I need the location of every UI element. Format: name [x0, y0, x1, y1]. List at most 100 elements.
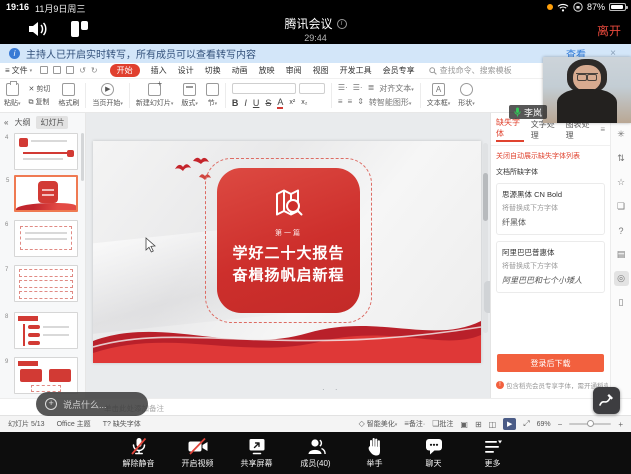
- number-list-icon[interactable]: ☰·: [353, 83, 363, 94]
- close-auto-show-link[interactable]: 关闭自动展示缺失字体列表: [491, 146, 610, 163]
- canvas-scrollbar-thumb[interactable]: [483, 173, 488, 221]
- tab-outline[interactable]: 大纲: [14, 117, 30, 128]
- thumbnail-scrollbar[interactable]: [81, 133, 84, 181]
- docer-templates-icon[interactable]: ✳: [614, 127, 629, 142]
- favorites-icon[interactable]: ☆: [614, 175, 629, 190]
- current-slide[interactable]: 第一篇 学好二十大报告 奋楫扬帆启新程: [93, 141, 481, 363]
- tab-home[interactable]: 开始: [110, 64, 140, 77]
- bold-button[interactable]: B: [232, 98, 239, 108]
- new-slide-button[interactable]: 新建幻灯片▾: [132, 79, 178, 112]
- font-name-select[interactable]: [232, 83, 296, 94]
- align-center-icon[interactable]: ≡: [348, 97, 353, 108]
- prev-next-slide-dots[interactable]: · ·: [322, 385, 342, 394]
- zoom-out-button[interactable]: −: [558, 420, 563, 429]
- indent-icon[interactable]: ≣: [368, 83, 375, 94]
- slide-thumb-6[interactable]: 6: [14, 220, 78, 257]
- help-icon[interactable]: ?: [614, 223, 629, 238]
- tab-transition[interactable]: 切换: [205, 65, 221, 76]
- raise-hand-button[interactable]: 举手: [352, 437, 398, 469]
- slide-thumb-8[interactable]: 8: [14, 312, 78, 349]
- members-button[interactable]: 成员(40): [293, 437, 339, 469]
- tab-missing-fonts[interactable]: 缺失字体: [496, 117, 524, 142]
- paste-button[interactable]: 粘贴▾: [0, 79, 25, 112]
- superscript-button[interactable]: x²: [289, 99, 295, 106]
- slide-thumb-7[interactable]: 7: [14, 265, 78, 302]
- align-left-icon[interactable]: ≡: [338, 97, 343, 108]
- tab-devtools[interactable]: 开发工具: [340, 65, 372, 76]
- save-icon[interactable]: [40, 66, 48, 74]
- file-menu[interactable]: ≡ 文件 ▾: [5, 65, 32, 76]
- slide-thumb-4[interactable]: 4: [14, 133, 78, 170]
- bullet-list-icon[interactable]: ☰·: [338, 83, 348, 94]
- wifi-icon: [557, 3, 569, 12]
- share-screen-button[interactable]: 共享屏幕: [234, 437, 280, 469]
- font-size-select[interactable]: [299, 83, 325, 94]
- font-card[interactable]: 阿里巴巴普惠体 将替换成下方字体 阿里巴巴和七个小矮人: [496, 241, 605, 293]
- underline-button[interactable]: U: [253, 98, 260, 108]
- tab-view[interactable]: 视图: [313, 65, 329, 76]
- tab-design[interactable]: 设计: [178, 65, 194, 76]
- text-box-button[interactable]: A 文本框▾: [423, 79, 455, 112]
- tab-member[interactable]: 会员专享: [383, 65, 415, 76]
- emoji-icon[interactable]: [45, 398, 57, 410]
- collapse-panel-icon[interactable]: «: [4, 118, 8, 127]
- slide-thumb-5-selected[interactable]: 5: [14, 175, 78, 212]
- missing-font-status[interactable]: T? 缺失字体: [103, 419, 141, 429]
- reader-icon[interactable]: ▯: [614, 295, 629, 310]
- unmute-button[interactable]: 解除静音: [116, 437, 162, 469]
- quick-chat-bubble[interactable]: 说点什么...: [36, 392, 148, 416]
- font-color-button[interactable]: A: [277, 97, 283, 109]
- play-from-current-button[interactable]: 当页开始▾: [88, 79, 127, 112]
- smart-beautify-button[interactable]: ◇ 智能美化▾: [359, 419, 398, 429]
- zoom-slider-knob[interactable]: [587, 420, 594, 427]
- chapter-card[interactable]: 第一篇 学好二十大报告 奋楫扬帆启新程: [217, 168, 360, 313]
- tab-review[interactable]: 审阅: [286, 65, 302, 76]
- tab-animation[interactable]: 动画: [232, 65, 248, 76]
- meeting-info-icon[interactable]: i: [337, 19, 347, 29]
- comments-toggle-button[interactable]: ❑批注: [432, 419, 453, 429]
- print-icon[interactable]: [66, 66, 74, 74]
- slide-thumb-9[interactable]: 9: [14, 357, 78, 394]
- font-card[interactable]: 思源黑体 CN Bold 将替换成下方字体 纤黑体: [496, 183, 605, 235]
- slide-canvas[interactable]: 第一篇 学好二十大报告 奋楫扬帆启新程: [86, 113, 490, 398]
- cut-button[interactable]: ✕ 剪切: [29, 84, 51, 94]
- copy-button[interactable]: ⧉ 复制: [29, 97, 51, 107]
- layout-button[interactable]: 版式▾: [177, 79, 202, 112]
- strikethrough-button[interactable]: S: [265, 98, 271, 108]
- start-video-button[interactable]: 开启视频: [175, 437, 221, 469]
- reading-view-icon[interactable]: ◫: [489, 420, 497, 429]
- undo-icon[interactable]: ↺: [79, 66, 86, 75]
- redo-icon[interactable]: ↻: [91, 66, 98, 75]
- notes-toggle-button[interactable]: ≡备注·: [404, 419, 425, 429]
- zoom-in-button[interactable]: +: [618, 420, 623, 429]
- tab-slideshow[interactable]: 放映: [259, 65, 275, 76]
- format-painter-button[interactable]: 格式刷: [54, 79, 83, 112]
- normal-view-icon[interactable]: ▣: [460, 420, 468, 429]
- font-tool-icon[interactable]: ◎: [614, 271, 629, 286]
- more-button[interactable]: 更多: [470, 437, 516, 469]
- command-search[interactable]: 查找命令、搜索模板: [429, 65, 512, 76]
- login-download-button[interactable]: 登录后下载: [497, 354, 604, 372]
- italic-button[interactable]: I: [244, 98, 247, 108]
- image-library-icon[interactable]: ▤: [614, 247, 629, 262]
- output-icon[interactable]: [53, 66, 61, 74]
- participant-video[interactable]: 李岚: [543, 57, 631, 123]
- layers-icon[interactable]: ❏: [614, 199, 629, 214]
- fit-slide-icon[interactable]: ⤢: [523, 419, 529, 429]
- section-button[interactable]: 节▾: [202, 79, 223, 112]
- adjust-settings-icon[interactable]: ⇅: [614, 151, 629, 166]
- leave-meeting-button[interactable]: 离开: [597, 22, 621, 39]
- align-text-button[interactable]: 对齐文本▾: [379, 83, 414, 94]
- slide-sorter-icon[interactable]: ⊞: [475, 420, 482, 429]
- tab-slides[interactable]: 幻灯片: [36, 116, 68, 129]
- panel-menu-icon[interactable]: ≡: [600, 125, 605, 134]
- to-smart-graphic-button[interactable]: 转智能图形▾: [369, 97, 412, 108]
- shape-button[interactable]: 形状▾: [454, 79, 479, 112]
- chat-button[interactable]: 聊天: [411, 437, 457, 469]
- subscript-button[interactable]: x₂: [301, 99, 307, 106]
- line-spacing-icon[interactable]: ⇕: [357, 97, 364, 108]
- slideshow-play-button[interactable]: ▶: [503, 418, 516, 430]
- zoom-slider[interactable]: [569, 423, 611, 425]
- annotation-pen-button[interactable]: [593, 387, 620, 414]
- tab-insert[interactable]: 插入: [151, 65, 167, 76]
